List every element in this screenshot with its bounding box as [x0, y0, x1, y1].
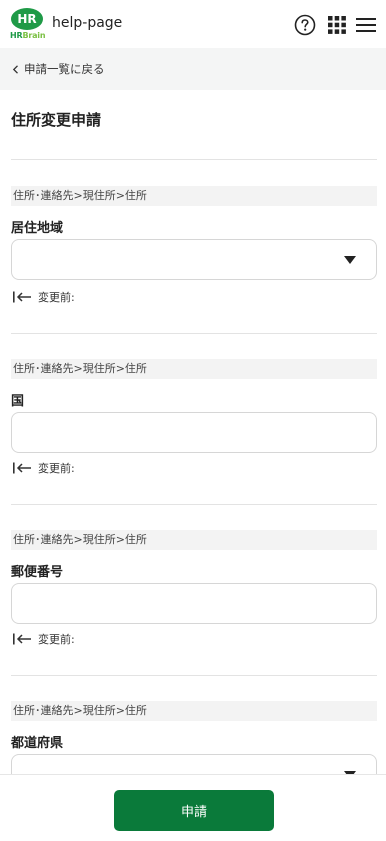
arrow-left-to-bar-icon	[13, 462, 31, 474]
section-divider	[11, 504, 377, 505]
submit-button[interactable]: 申請	[114, 790, 274, 831]
section-path-label: 住所･連絡先>現住所>住所	[11, 186, 377, 206]
country-input[interactable]	[11, 412, 377, 453]
logo-badge: HR	[11, 8, 43, 30]
back-link-label: 申請一覧に戻る	[24, 62, 105, 76]
back-bar: 申請一覧に戻る	[0, 48, 386, 90]
footer-bar: 申請	[0, 774, 386, 841]
previous-label: 変更前:	[38, 462, 75, 475]
hrbrain-logo[interactable]: HR HRBrain	[10, 8, 46, 42]
form-content: 住所変更申請 住所･連絡先>現住所>住所 居住地域 変更前: 住所･連絡先>現住…	[0, 90, 386, 774]
section-divider	[11, 333, 377, 334]
field-label-postal-code: 郵便番号	[11, 565, 64, 580]
hamburger-menu-icon[interactable]	[356, 16, 376, 34]
region-select[interactable]	[11, 239, 377, 280]
postal-code-input[interactable]	[11, 583, 377, 624]
arrow-left-to-bar-icon	[13, 633, 31, 645]
logo-wordmark: HRBrain	[10, 31, 46, 40]
section-path-label: 住所･連絡先>現住所>住所	[11, 359, 377, 379]
field-label-prefecture: 都道府県	[11, 736, 64, 751]
prefecture-select[interactable]	[11, 754, 377, 774]
field-label-country: 国	[11, 394, 25, 409]
section-path-label: 住所･連絡先>現住所>住所	[11, 701, 377, 721]
previous-value-region: 変更前:	[12, 289, 75, 305]
help-circle-icon[interactable]	[294, 14, 316, 36]
help-page: HR HRBrain help-page 申請一覧に戻る 住所変更申請 住所･連…	[0, 0, 386, 841]
section-path-label: 住所･連絡先>現住所>住所	[11, 530, 377, 550]
chevron-left-icon	[12, 64, 18, 74]
caret-down-icon	[344, 256, 356, 264]
previous-label: 変更前:	[38, 633, 75, 646]
previous-label: 変更前:	[38, 291, 75, 304]
page-title: 住所変更申請	[11, 111, 102, 129]
field-label-region: 居住地域	[11, 221, 64, 236]
back-to-list-link[interactable]: 申請一覧に戻る	[12, 61, 105, 77]
previous-value-country: 変更前:	[12, 460, 75, 476]
section-divider	[11, 675, 377, 676]
arrow-left-to-bar-icon	[13, 291, 31, 303]
app-header: HR HRBrain help-page	[0, 0, 386, 48]
previous-value-postal-code: 変更前:	[12, 631, 75, 647]
apps-grid-icon[interactable]	[328, 16, 346, 34]
app-title: help-page	[52, 15, 123, 31]
title-divider	[11, 159, 377, 160]
